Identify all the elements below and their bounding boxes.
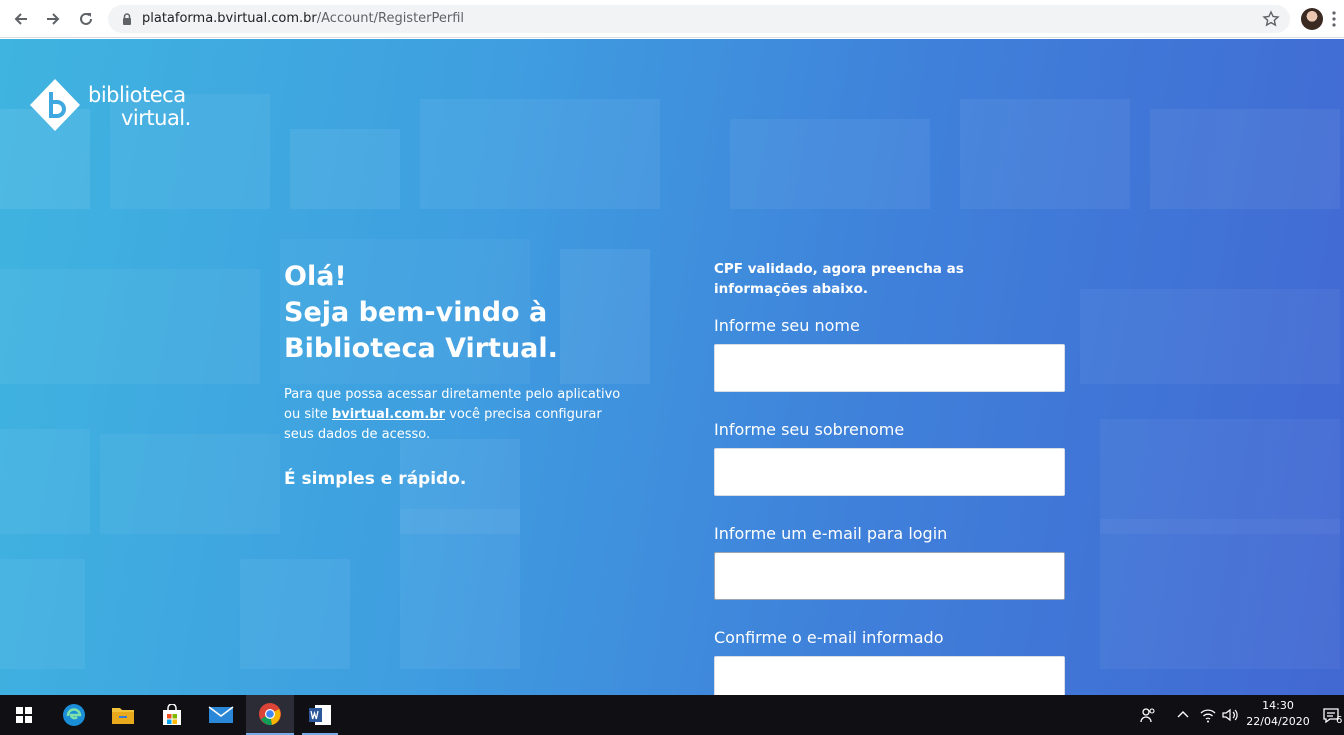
logo-mark-icon (30, 79, 80, 131)
store-icon (163, 704, 181, 725)
speaker-icon[interactable] (1221, 706, 1239, 724)
login-email-label: Informe um e-mail para login (714, 524, 948, 543)
windows-taskbar: 14:30 22/04/2020 6 (0, 695, 1344, 735)
start-button[interactable] (0, 695, 48, 735)
logo-text-virtual: virtual. (121, 106, 191, 130)
mail-icon (208, 706, 234, 723)
taskbar-word[interactable] (296, 695, 344, 735)
taskbar-edge[interactable] (50, 695, 98, 735)
logo-text-biblioteca: biblioteca (88, 83, 186, 107)
first-name-label: Informe seu nome (714, 316, 860, 335)
arrow-left-icon (14, 13, 27, 25)
bookshelf-background-image (0, 94, 1340, 669)
last-name-input[interactable] (714, 448, 1065, 496)
chevron-up-icon[interactable] (1174, 706, 1192, 724)
back-button[interactable] (8, 6, 34, 32)
page-background: biblioteca virtual. Olá! Seja bem-vindo … (0, 39, 1344, 695)
windows-start-icon (16, 707, 32, 723)
file-explorer-icon (112, 708, 134, 724)
chrome-icon (259, 703, 281, 726)
bookmark-star-icon[interactable] (1262, 10, 1280, 28)
first-name-input[interactable] (714, 344, 1065, 392)
confirm-email-label: Confirme o e-mail informado (714, 628, 944, 647)
welcome-heading: Olá! Seja bem-vindo à Biblioteca Virtual… (284, 261, 558, 364)
taskbar-chrome[interactable] (246, 695, 294, 735)
bvirtual-site-link[interactable]: bvirtual.com.br (332, 407, 445, 422)
people-icon[interactable] (1139, 706, 1157, 724)
edge-icon (63, 704, 85, 726)
forward-button[interactable] (40, 6, 66, 32)
last-name-label: Informe seu sobrenome (714, 420, 905, 439)
welcome-section: Olá! Seja bem-vindo à Biblioteca Virtual… (284, 259, 644, 489)
biblioteca-virtual-logo[interactable]: biblioteca virtual. (28, 77, 208, 133)
more-menu-icon[interactable] (1332, 11, 1336, 27)
register-form: CPF validado, agora preencha as informaç… (714, 259, 1066, 695)
taskbar-store[interactable] (148, 695, 196, 735)
arrow-right-icon (47, 13, 60, 25)
login-email-input[interactable] (714, 552, 1065, 600)
confirm-email-input[interactable] (714, 656, 1065, 695)
notification-count-badge: 6 (1336, 715, 1343, 726)
welcome-intro-text: Para que possa acessar diretamente pelo … (284, 387, 621, 442)
browser-toolbar: plataforma.bvirtual.com.br/Account/Regis… (0, 0, 1344, 38)
profile-avatar[interactable] (1301, 8, 1323, 30)
welcome-tagline: É simples e rápido. (284, 469, 467, 489)
taskbar-clock[interactable]: 14:30 22/04/2020 (1246, 698, 1310, 730)
url-text: plataforma.bvirtual.com.br/Account/Regis… (142, 11, 465, 26)
taskbar-mail[interactable] (197, 695, 245, 735)
reload-icon (80, 12, 92, 25)
address-bar[interactable]: plataforma.bvirtual.com.br/Account/Regis… (108, 5, 1290, 33)
reload-button[interactable] (73, 6, 99, 32)
wifi-icon[interactable] (1199, 706, 1217, 724)
taskbar-file-explorer[interactable] (99, 695, 147, 735)
word-icon (309, 705, 331, 725)
lock-icon (123, 13, 131, 25)
cpf-validated-message: CPF validado, agora preencha as informaç… (714, 261, 964, 297)
